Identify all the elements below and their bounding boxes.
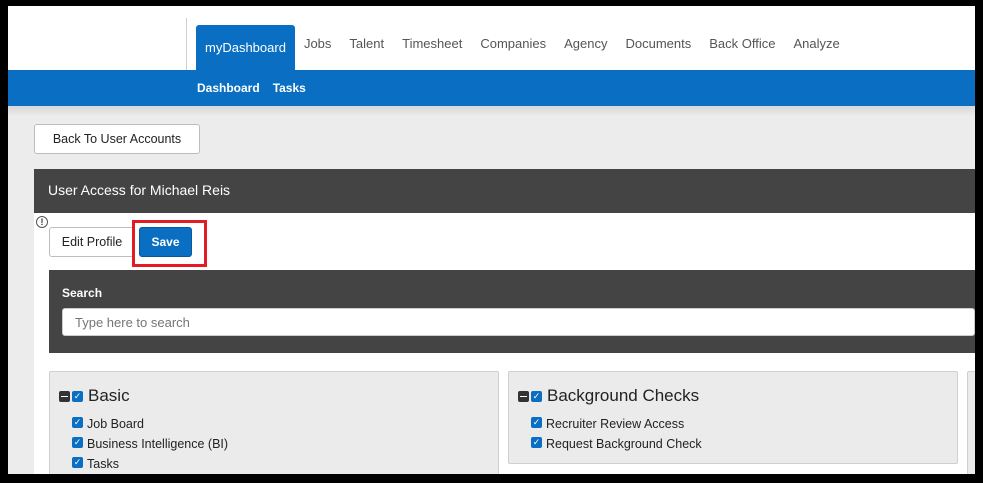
subnav-item-dashboard[interactable]: Dashboard [197, 81, 260, 95]
top-nav: myDashboard Jobs Talent Timesheet Compan… [8, 6, 975, 70]
checkbox-checked-icon[interactable]: ✓ [531, 417, 542, 428]
permission-card-basic: ✓ Basic ✓ Job Board ✓ Business Intellige… [49, 371, 499, 474]
permission-item: ✓ Job Board [72, 414, 228, 434]
checkbox-checked-icon[interactable]: ✓ [531, 437, 542, 448]
info-icon[interactable]: ! [36, 216, 48, 228]
permission-label: Request Background Check [546, 437, 702, 451]
nav-item-analyze[interactable]: Analyze [784, 25, 848, 61]
nav-item-companies[interactable]: Companies [471, 25, 555, 61]
nav-item-timesheet[interactable]: Timesheet [393, 25, 471, 61]
user-access-header: User Access for Michael Reis [34, 169, 975, 213]
checkbox-checked-icon[interactable]: ✓ [72, 457, 83, 468]
save-highlight-box [132, 220, 207, 267]
main-nav: myDashboard Jobs Talent Timesheet Compan… [196, 25, 849, 70]
collapse-icon[interactable] [59, 390, 70, 402]
edit-profile-button[interactable]: Edit Profile [49, 227, 135, 257]
back-to-user-accounts-button[interactable]: Back To User Accounts [34, 124, 200, 154]
card-title-basic: Basic [88, 386, 130, 405]
nav-item-mydashboard[interactable]: myDashboard [196, 25, 295, 70]
checkbox-checked-icon[interactable]: ✓ [531, 390, 542, 402]
search-panel: Search [49, 270, 975, 353]
permission-item: ✓ Request Background Check [531, 434, 702, 454]
nav-item-documents[interactable]: Documents [616, 25, 700, 61]
nav-item-back-office[interactable]: Back Office [700, 25, 784, 61]
nav-item-agency[interactable]: Agency [555, 25, 616, 61]
permission-label: Job Board [87, 417, 144, 431]
app-window: myDashboard Jobs Talent Timesheet Compan… [8, 6, 975, 474]
search-input[interactable] [62, 308, 975, 336]
permission-item: ✓ Recruiter Review Access [531, 414, 702, 434]
checkbox-checked-icon[interactable]: ✓ [72, 390, 83, 402]
sub-nav: Dashboard Tasks [8, 70, 975, 106]
permission-card-partial [967, 371, 975, 474]
collapse-icon[interactable] [518, 390, 529, 402]
permission-label: Tasks [87, 457, 119, 471]
search-label: Search [62, 286, 103, 300]
checkbox-checked-icon[interactable]: ✓ [72, 417, 83, 428]
permission-label: Recruiter Review Access [546, 417, 685, 431]
nav-item-jobs[interactable]: Jobs [295, 25, 340, 61]
card-title-background-checks: Background Checks [547, 386, 700, 405]
nav-divider [186, 18, 187, 70]
permission-label: Business Intelligence (BI) [87, 437, 229, 451]
page-title: User Access for Michael Reis [48, 182, 231, 198]
permission-item: ✓ Tasks [72, 454, 228, 474]
nav-item-talent[interactable]: Talent [340, 25, 393, 61]
permission-item: ✓ Business Intelligence (BI) [72, 434, 228, 454]
checkbox-checked-icon[interactable]: ✓ [72, 437, 83, 448]
content-shadow [8, 106, 975, 116]
subnav-item-tasks[interactable]: Tasks [273, 81, 306, 95]
permission-card-background-checks: ✓ Background Checks ✓ Recruiter Review A… [508, 371, 958, 464]
